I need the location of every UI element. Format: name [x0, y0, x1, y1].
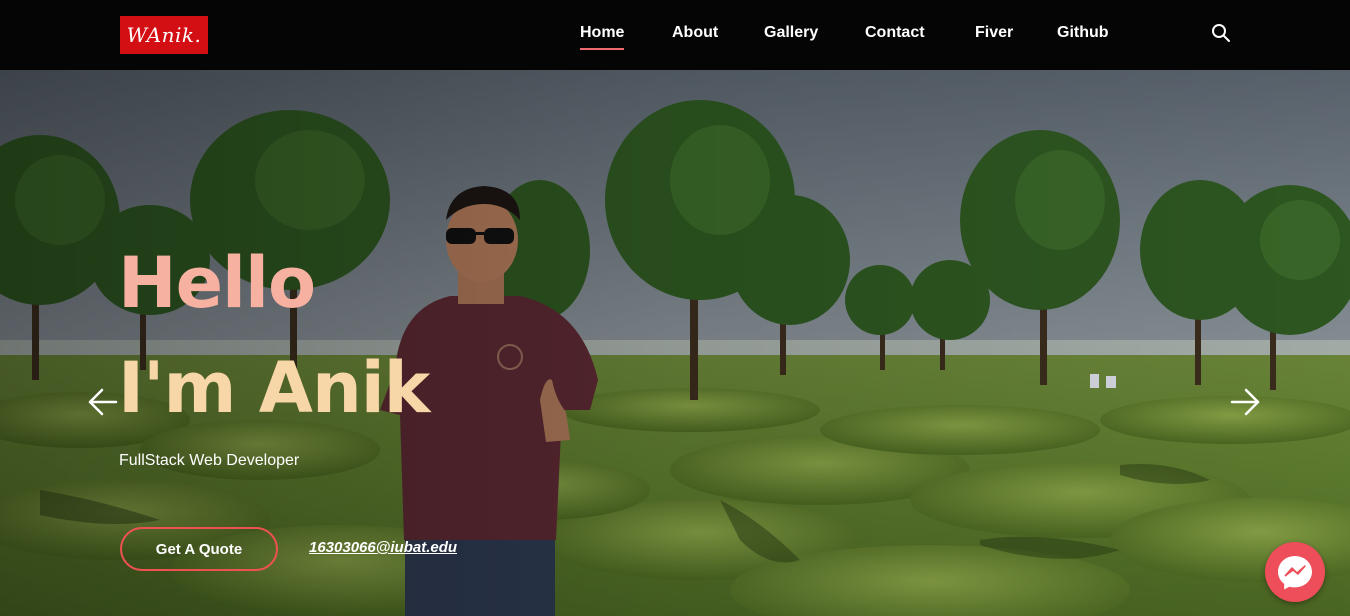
nav-contact[interactable]: Contact: [865, 24, 925, 42]
get-a-quote-button[interactable]: Get A Quote: [120, 527, 278, 571]
email-link[interactable]: 16303066@iubat.edu: [309, 539, 457, 556]
hero-greeting: Hello: [118, 242, 316, 324]
nav-gallery[interactable]: Gallery: [764, 24, 818, 42]
hero-role: FullStack Web Developer: [119, 452, 300, 469]
arrow-left-icon[interactable]: [86, 382, 120, 422]
search-icon[interactable]: [1211, 23, 1231, 43]
hero-slider: Hello I'm Anik FullStack Web Developer G…: [0, 70, 1350, 616]
nav-fiver[interactable]: Fiver: [975, 24, 1013, 42]
nav-home[interactable]: Home: [580, 24, 625, 50]
messenger-chat-button[interactable]: [1265, 542, 1325, 602]
nav-about[interactable]: About: [672, 24, 718, 42]
hero-name: I'm Anik: [118, 347, 430, 429]
nav-github[interactable]: Github: [1057, 24, 1109, 42]
arrow-right-icon[interactable]: [1228, 382, 1262, 422]
messenger-icon: [1278, 556, 1312, 590]
navbar: WAnik. Home About Gallery Contact Fiver …: [0, 0, 1350, 70]
logo[interactable]: WAnik.: [120, 16, 208, 54]
